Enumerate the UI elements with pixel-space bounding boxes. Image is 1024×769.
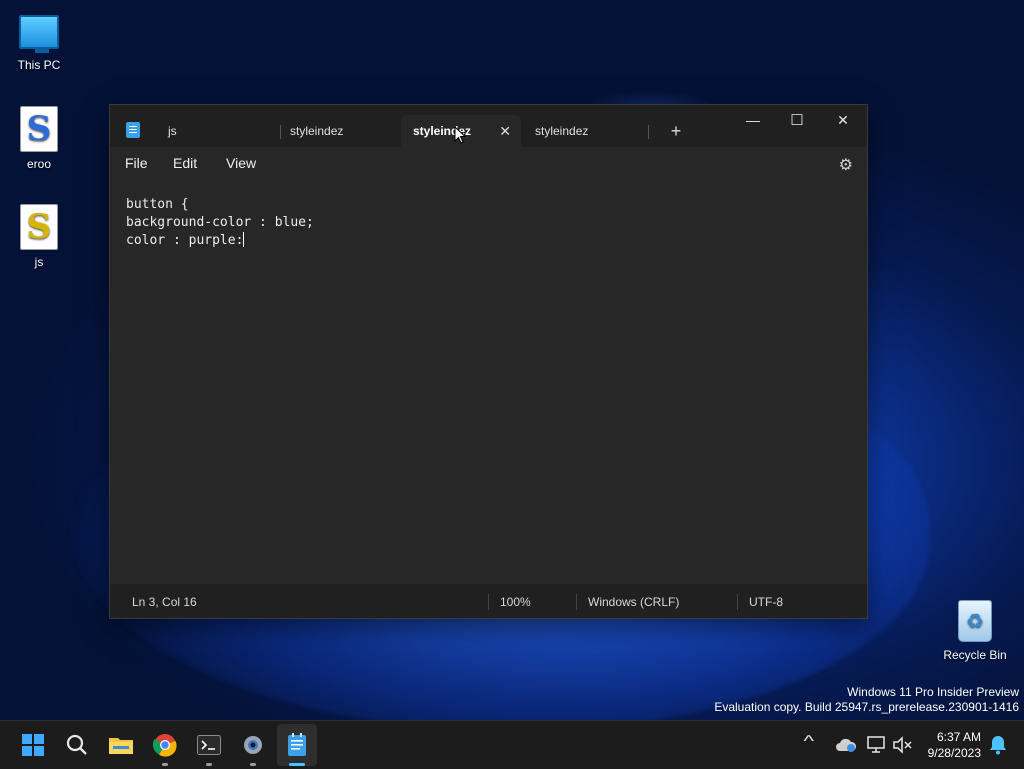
speaker-muted-icon (893, 736, 912, 754)
tab-styleindez-1[interactable]: styleindez (278, 115, 400, 147)
computer-icon (19, 12, 59, 53)
network-icon (867, 736, 885, 753)
title-bar[interactable]: js styleindez styleindez ✕ styleindez + … (110, 105, 867, 147)
volume-tray-button[interactable] (888, 731, 916, 759)
desktop-icon-js[interactable]: S js (7, 203, 71, 269)
tab-label: styleindez (535, 124, 589, 138)
settings-gear-icon[interactable]: ⚙ (839, 155, 853, 175)
onedrive-tray-button[interactable] (832, 731, 860, 759)
status-bar: Ln 3, Col 16 100% Windows (CRLF) UTF-8 (110, 584, 867, 618)
windows-start-icon (22, 734, 44, 756)
notepad-taskbar-button[interactable] (283, 731, 311, 759)
terminal-button[interactable] (195, 731, 223, 759)
network-tray-button[interactable] (863, 731, 891, 759)
status-encoding[interactable]: UTF-8 (749, 595, 783, 609)
status-separator (488, 594, 489, 610)
tray-chevron-icon[interactable]: ^ (803, 733, 814, 751)
text-editor[interactable]: button { background-color : blue; color : … (110, 181, 867, 584)
desktop-icon-label: Recycle Bin (943, 648, 1007, 662)
active-indicator (289, 763, 305, 766)
clock-date: 9/28/2023 (927, 746, 981, 760)
status-cursor-position: Ln 3, Col 16 (132, 595, 197, 609)
editor-line: button { (126, 197, 189, 212)
tab-close-icon[interactable]: ✕ (499, 115, 511, 147)
close-button[interactable]: ✕ (820, 105, 866, 135)
watermark-line: Evaluation copy. Build 25947.rs_prerelea… (714, 700, 1019, 714)
settings-button[interactable] (239, 731, 267, 759)
running-indicator (250, 763, 256, 766)
tab-js[interactable]: js (156, 115, 278, 147)
search-button[interactable] (63, 731, 91, 759)
bell-icon (990, 736, 1006, 755)
taskbar: ^ 6:37 AM 9/28/2023 (0, 720, 1024, 769)
script-file-icon: S (19, 203, 59, 251)
desktop-icon-this-pc[interactable]: This PC (7, 12, 71, 72)
menu-view[interactable]: View (226, 155, 256, 171)
status-line-ending[interactable]: Windows (CRLF) (588, 595, 679, 609)
clock-time: 6:37 AM (936, 730, 981, 744)
notepad-icon (288, 733, 306, 756)
editor-content: button { background-color : blue; color : … (126, 196, 314, 250)
script-file-icon: S (19, 105, 59, 153)
taskbar-clock[interactable]: 6:37 AM 9/28/2023 (928, 729, 981, 761)
chrome-button[interactable] (151, 731, 179, 759)
menu-file[interactable]: File (125, 155, 148, 171)
desktop-icon-recycle-bin[interactable]: ♻ Recycle Bin (940, 598, 1010, 662)
tab-label: js (168, 124, 177, 138)
cloud-icon (836, 738, 857, 752)
chrome-icon (153, 734, 177, 757)
desktop-icon-eroo[interactable]: S eroo (7, 105, 71, 171)
windows-watermark: Windows 11 Pro Insider Preview Evaluatio… (714, 685, 1019, 715)
menu-bar: File Edit View ⚙ (110, 147, 867, 181)
editor-line: color : purple: (126, 233, 244, 248)
desktop-icon-label: This PC (17, 58, 61, 72)
running-indicator (162, 763, 168, 766)
minimize-button[interactable]: — (730, 105, 776, 135)
status-zoom[interactable]: 100% (500, 595, 531, 609)
tab-label: styleindez (290, 124, 344, 138)
settings-icon (244, 736, 262, 754)
running-indicator (206, 763, 212, 766)
search-icon (66, 734, 87, 755)
notepad-window: js styleindez styleindez ✕ styleindez + … (109, 104, 868, 619)
editor-line: background-color : blue; (126, 215, 314, 230)
desktop-icon-label: eroo (26, 157, 52, 171)
file-explorer-button[interactable] (107, 731, 135, 759)
status-separator (576, 594, 577, 610)
status-separator (737, 594, 738, 610)
text-caret (243, 232, 245, 247)
new-tab-button[interactable]: + (666, 121, 686, 142)
start-button[interactable] (19, 731, 47, 759)
watermark-line: Windows 11 Pro Insider Preview (847, 685, 1019, 699)
tab-styleindez-3[interactable]: styleindez (523, 115, 645, 147)
desktop-icon-label: js (34, 255, 44, 269)
folder-icon (109, 738, 133, 754)
notifications-button[interactable] (984, 731, 1012, 759)
tab-separator (648, 125, 649, 139)
notepad-app-icon (126, 122, 140, 138)
recycle-bin-icon: ♻ (955, 598, 995, 644)
maximize-button[interactable]: ☐ (774, 105, 820, 135)
terminal-icon (197, 735, 221, 755)
menu-edit[interactable]: Edit (173, 155, 197, 171)
